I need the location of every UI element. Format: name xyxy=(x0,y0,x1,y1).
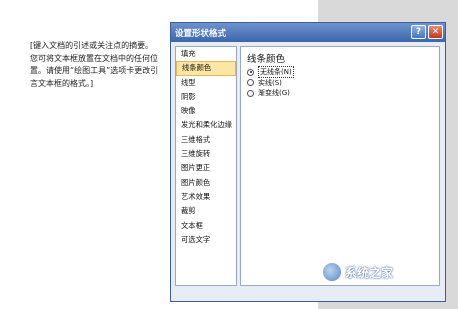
sidebar-item-shadow[interactable]: 阴影 xyxy=(176,90,236,104)
sidebar-item-text-box[interactable]: 文本框 xyxy=(176,219,236,233)
sidebar-item-3d-rotation[interactable]: 三维旋转 xyxy=(176,147,236,161)
watermark-text: 系统之家 xyxy=(345,265,394,280)
sidebar-item-line-style[interactable]: 线型 xyxy=(176,76,236,90)
document-text-box[interactable]: [键入文档的引述或关注点的摘要。您可将文本框放置在文档中的任何位置。请使用“绘图… xyxy=(30,40,160,90)
option-no-line-label[interactable]: 无线条(N) xyxy=(258,66,294,79)
dialog-title: 设置形状格式 xyxy=(175,28,227,39)
watermark-logo-icon xyxy=(322,262,342,282)
sidebar-item-glow-soft-edges[interactable]: 发光和柔化边缘 xyxy=(176,118,236,132)
sidebar-item-alt-text[interactable]: 可选文字 xyxy=(176,233,236,247)
option-solid-line-label[interactable]: 实线(S) xyxy=(258,78,282,88)
sidebar-item-3d-format[interactable]: 三维格式 xyxy=(176,133,236,147)
sidebar-item-line-color[interactable]: 线条颜色 xyxy=(176,61,236,76)
radio-solid-line[interactable] xyxy=(247,79,254,87)
options-panel: 线条颜色 无线条(N) 实线(S) 渐变线(G) xyxy=(240,46,440,286)
help-button[interactable]: ? xyxy=(411,25,426,39)
site-watermark: 系统之家 xyxy=(322,262,393,282)
title-buttons: ? ✕ xyxy=(411,25,443,39)
sidebar-item-picture-color[interactable]: 图片颜色 xyxy=(176,176,236,190)
radio-gradient-line[interactable] xyxy=(247,89,254,97)
option-solid-line[interactable]: 实线(S) xyxy=(247,78,433,89)
close-button[interactable]: ✕ xyxy=(428,25,443,39)
sidebar-item-crop[interactable]: 裁剪 xyxy=(176,204,236,218)
dialog-titlebar[interactable]: 设置形状格式 ? ✕ xyxy=(171,23,445,42)
format-shape-dialog: 设置形状格式 ? ✕ 填充 线条颜色 线型 阴影 映像 发光和柔化边缘 三维格式… xyxy=(170,22,446,302)
sidebar-item-picture-corrections[interactable]: 图片更正 xyxy=(176,161,236,175)
sidebar-item-reflection[interactable]: 映像 xyxy=(176,104,236,118)
radio-no-line[interactable] xyxy=(247,68,254,76)
sidebar-item-artistic-effects[interactable]: 艺术效果 xyxy=(176,190,236,204)
sidebar-item-fill[interactable]: 填充 xyxy=(176,47,236,61)
category-list: 填充 线条颜色 线型 阴影 映像 发光和柔化边缘 三维格式 三维旋转 图片更正 … xyxy=(175,46,237,286)
option-gradient-line-label[interactable]: 渐变线(G) xyxy=(258,88,290,98)
option-gradient-line[interactable]: 渐变线(G) xyxy=(247,88,433,99)
section-title: 线条颜色 xyxy=(247,54,286,65)
option-no-line[interactable]: 无线条(N) xyxy=(247,66,433,79)
